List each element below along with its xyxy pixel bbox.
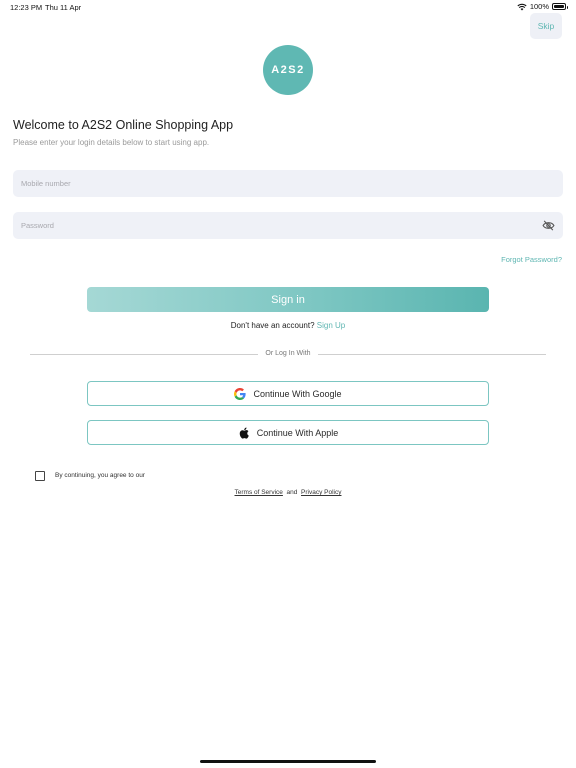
sign-in-button[interactable]: Sign in: [87, 287, 489, 312]
signup-prompt: Don't have an account? Sign Up: [0, 321, 576, 330]
status-indicators: 100%: [517, 2, 568, 11]
battery-percent: 100%: [529, 2, 549, 11]
and-text: and: [286, 489, 298, 496]
welcome-subtitle: Please enter your login details below to…: [13, 138, 210, 147]
sign-up-link[interactable]: Sign Up: [317, 321, 345, 330]
continue-with-google-button[interactable]: Continue With Google: [87, 381, 489, 406]
terms-of-service-link[interactable]: Terms of Service: [235, 489, 283, 496]
status-bar: 12:23 PM Thu 11 Apr 100%: [0, 0, 576, 14]
app-logo: A2S2: [263, 45, 313, 95]
status-date: Thu 11 Apr: [45, 3, 82, 12]
battery-icon: [552, 3, 568, 10]
apple-icon: [239, 426, 249, 439]
privacy-policy-link[interactable]: Privacy Policy: [301, 489, 341, 496]
password-field-container: [13, 212, 563, 239]
forgot-password-link[interactable]: Forgot Password?: [501, 255, 562, 264]
mobile-number-input[interactable]: [13, 170, 563, 197]
terms-agreement-checkbox[interactable]: [35, 471, 45, 481]
agreement-text: By continuing, you agree to our: [55, 472, 145, 479]
divider-line-right: [318, 354, 546, 355]
welcome-title: Welcome to A2S2 Online Shopping App: [13, 118, 234, 132]
home-indicator[interactable]: [200, 760, 376, 763]
mobile-field-container: [13, 170, 563, 197]
status-time: 12:23 PM: [10, 3, 43, 12]
google-icon: [234, 387, 247, 400]
password-input[interactable]: [13, 212, 563, 239]
skip-button[interactable]: Skip: [530, 13, 562, 39]
legal-links: Terms of Service and Privacy Policy: [0, 489, 576, 496]
no-account-text: Don't have an account?: [230, 321, 315, 330]
login-screen: 12:23 PM Thu 11 Apr 100% Skip A2S2 Welco…: [0, 0, 576, 768]
google-button-label: Continue With Google: [253, 388, 342, 399]
eye-off-icon[interactable]: [542, 220, 555, 231]
wifi-icon: [517, 3, 527, 10]
apple-button-label: Continue With Apple: [256, 427, 339, 438]
battery-level-fill: [554, 5, 564, 8]
continue-with-apple-button[interactable]: Continue With Apple: [87, 420, 489, 445]
